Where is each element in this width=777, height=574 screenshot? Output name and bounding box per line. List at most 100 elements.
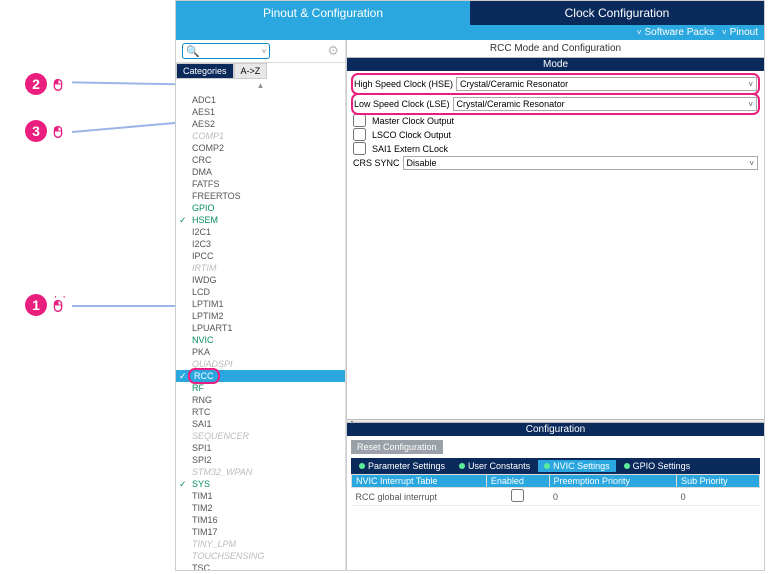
th-preempt[interactable]: Preemption Priority [549, 475, 677, 488]
tree-item-tim2[interactable]: TIM2 [190, 502, 345, 514]
hse-select[interactable]: Crystal/Ceramic Resonator [456, 77, 757, 91]
sidebar-tab-categories[interactable]: Categories [176, 63, 234, 79]
lse-value: Crystal/Ceramic Resonator [457, 99, 565, 109]
crs-select[interactable]: Disable [403, 156, 758, 170]
tree-item-spi2[interactable]: SPI2 [190, 454, 345, 466]
pill-label: GPIO Settings [633, 461, 691, 471]
tree-item-tim16[interactable]: TIM16 [190, 514, 345, 526]
nvic-table: NVIC Interrupt Table Enabled Preemption … [351, 474, 760, 506]
lsco-checkbox[interactable] [353, 128, 366, 141]
pill-label: NVIC Settings [553, 461, 610, 471]
tree-item-tiny_lpm[interactable]: TINY_LPM [190, 538, 345, 550]
search-field[interactable]: 🔍 ˅ [182, 43, 270, 59]
sai1-checkbox[interactable] [353, 142, 366, 155]
pill-gpio-settings[interactable]: GPIO Settings [618, 460, 697, 472]
tree-item-lptim1[interactable]: LPTIM1 [190, 298, 345, 310]
th-enabled[interactable]: Enabled [486, 475, 549, 488]
tree-item-gpio[interactable]: GPIO [190, 202, 345, 214]
callout-num-2: 2 [25, 73, 47, 95]
config-tabs: Parameter Settings User Constants NVIC S… [351, 458, 760, 474]
tree-item-tsc[interactable]: TSC [190, 562, 345, 570]
search-input[interactable] [200, 46, 260, 57]
config-body: Reset Configuration Parameter Settings U… [347, 436, 764, 570]
enabled-checkbox[interactable] [511, 489, 524, 502]
master-clock-checkbox[interactable] [353, 114, 366, 127]
pill-parameter-settings[interactable]: Parameter Settings [353, 460, 451, 472]
tree-item-lptim2[interactable]: LPTIM2 [190, 310, 345, 322]
tree-item-hsem[interactable]: HSEM [190, 214, 345, 226]
chevron-down-icon: ˅ [722, 28, 727, 37]
status-dot-icon [359, 463, 365, 469]
cell-preempt: 0 [549, 488, 677, 506]
th-interrupt[interactable]: NVIC Interrupt Table [352, 475, 487, 488]
mode-band: Mode [347, 58, 764, 71]
status-dot-icon [459, 463, 465, 469]
tree-item-comp2[interactable]: COMP2 [190, 142, 345, 154]
tree-item-ipcc[interactable]: IPCC [190, 250, 345, 262]
tree-item-sai1[interactable]: SAI1 [190, 418, 345, 430]
subtab-software-packs[interactable]: ˅Software Packs [637, 27, 714, 38]
mode-body: High Speed Clock (HSE) Crystal/Ceramic R… [347, 71, 764, 175]
tree-item-dma[interactable]: DMA [190, 166, 345, 178]
callout-num-3: 3 [25, 120, 47, 142]
subtab-pinout[interactable]: ˅Pinout [722, 27, 758, 38]
tree-item-sys[interactable]: SYS [190, 478, 345, 490]
pill-user-constants[interactable]: User Constants [453, 460, 536, 472]
detail-panel: RCC Mode and Configuration Mode High Spe… [346, 40, 764, 570]
tree-item-nvic[interactable]: NVIC [190, 334, 345, 346]
lse-row-highlight: Low Speed Clock (LSE) Crystal/Ceramic Re… [353, 95, 758, 113]
tree-item-aes2[interactable]: AES2 [190, 118, 345, 130]
lse-label: Low Speed Clock (LSE) [354, 99, 450, 109]
tree-item-rcc[interactable]: RCC [176, 370, 345, 382]
tree-item-lcd[interactable]: LCD [190, 286, 345, 298]
chevron-down-icon[interactable]: ˅ [262, 47, 267, 56]
lse-select[interactable]: Crystal/Ceramic Resonator [453, 97, 757, 111]
gear-icon[interactable]: ⚙ [327, 43, 339, 59]
scroll-up-icon[interactable]: ▴ [176, 79, 345, 92]
hse-value: Crystal/Ceramic Resonator [460, 79, 568, 89]
panel-title: RCC Mode and Configuration [347, 40, 764, 58]
tree-item-comp1[interactable]: COMP1 [190, 130, 345, 142]
sidebar-tab-az[interactable]: A->Z [234, 63, 268, 79]
callout-1: 1 [25, 294, 67, 316]
tree-item-i2c1[interactable]: I2C1 [190, 226, 345, 238]
tree-item-stm32_wpan[interactable]: STM32_WPAN [190, 466, 345, 478]
master-clock-label: Master Clock Output [372, 116, 454, 126]
lsco-label: LSCO Clock Output [372, 130, 451, 140]
tab-clock-config[interactable]: Clock Configuration [470, 1, 764, 25]
tree-item-sequencer[interactable]: SEQUENCER [190, 430, 345, 442]
tree-item-irtim[interactable]: IRTIM [190, 262, 345, 274]
cell-int-name: RCC global interrupt [352, 488, 487, 506]
tree-item-rng[interactable]: RNG [190, 394, 345, 406]
subtab-label: Pinout [730, 27, 758, 38]
app-window: Pinout & Configuration Clock Configurati… [175, 0, 765, 571]
tree-item-iwdg[interactable]: IWDG [190, 274, 345, 286]
tree-item-lpuart1[interactable]: LPUART1 [190, 322, 345, 334]
table-row[interactable]: RCC global interrupt 0 0 [352, 488, 760, 506]
hse-row-highlight: High Speed Clock (HSE) Crystal/Ceramic R… [353, 75, 758, 93]
tree-item-rf[interactable]: RF [190, 382, 345, 394]
tree-item-crc[interactable]: CRC [190, 154, 345, 166]
mouse-click-icon [49, 122, 67, 140]
config-band: Configuration [347, 423, 764, 436]
tree-item-aes1[interactable]: AES1 [190, 106, 345, 118]
tree-item-freertos[interactable]: FREERTOS [190, 190, 345, 202]
pill-nvic-settings[interactable]: NVIC Settings [538, 460, 616, 472]
tab-pinout-config[interactable]: Pinout & Configuration [176, 1, 470, 25]
tree-item-tim17[interactable]: TIM17 [190, 526, 345, 538]
tree-item-i2c3[interactable]: I2C3 [190, 238, 345, 250]
tree-item-adc1[interactable]: ADC1 [190, 94, 345, 106]
tree-item-spi1[interactable]: SPI1 [190, 442, 345, 454]
tree-item-fatfs[interactable]: FATFS [190, 178, 345, 190]
pill-label: User Constants [468, 461, 530, 471]
status-dot-icon [624, 463, 630, 469]
tree-item-rtc[interactable]: RTC [190, 406, 345, 418]
tree-item-pka[interactable]: PKA [190, 346, 345, 358]
crs-label: CRS SYNC [353, 158, 400, 168]
arrow-1 [72, 305, 180, 307]
reset-config-button[interactable]: Reset Configuration [351, 440, 443, 454]
th-sub[interactable]: Sub Priority [677, 475, 760, 488]
tree-item-tim1[interactable]: TIM1 [190, 490, 345, 502]
tree-item-touchsensing[interactable]: TOUCHSENSING [190, 550, 345, 562]
tree-item-quadspi[interactable]: QUADSPI [190, 358, 345, 370]
